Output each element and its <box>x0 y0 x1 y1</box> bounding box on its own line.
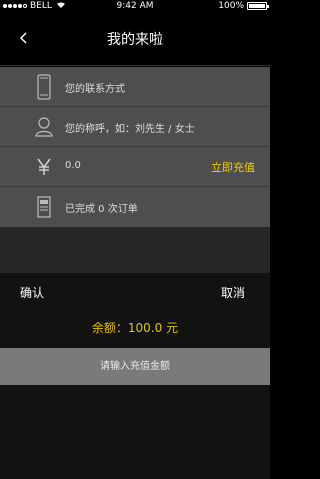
confirm-button[interactable]: 确认 <box>20 284 44 301</box>
name-field[interactable]: 您的称呼，如：刘先生 / 女士 <box>65 120 195 135</box>
balance-row: 0.0 立即充值 <box>0 147 270 187</box>
name-row[interactable]: 您的称呼，如：刘先生 / 女士 <box>0 107 270 147</box>
recharge-now-link[interactable]: 立即充值 <box>211 159 255 175</box>
page-title: 我的来啦 <box>107 32 163 48</box>
recharge-sheet: 确认 取消 余额：100.0 元 <box>0 273 270 479</box>
status-right: 100% <box>218 1 269 11</box>
nav-bar: 我的来啦 <box>0 13 270 66</box>
battery-icon <box>247 2 269 10</box>
yen-icon <box>35 153 53 181</box>
orders-count: 已完成 0 次订单 <box>65 204 138 215</box>
person-icon <box>35 113 53 141</box>
balance-value: 0.0 <box>65 160 81 171</box>
cancel-button[interactable]: 取消 <box>221 284 245 301</box>
contact-row[interactable]: 您的联系方式 <box>0 67 270 107</box>
order-icon <box>35 193 53 221</box>
overlay-dim <box>0 227 270 273</box>
profile-list: 您的联系方式 您的称呼，如：刘先生 / 女士 0.0 立即充值 已完成 0 次订… <box>0 67 270 227</box>
battery-percent: 100% <box>218 1 244 11</box>
phone-icon <box>35 73 53 101</box>
recharge-amount-input[interactable] <box>0 348 270 385</box>
orders-row[interactable]: 已完成 0 次订单 <box>0 187 270 227</box>
balance-text: 余额：100.0 元 <box>91 321 179 335</box>
contact-field[interactable]: 您的联系方式 <box>65 80 125 95</box>
status-bar: BELL 9:42 AM 100% <box>0 0 270 13</box>
